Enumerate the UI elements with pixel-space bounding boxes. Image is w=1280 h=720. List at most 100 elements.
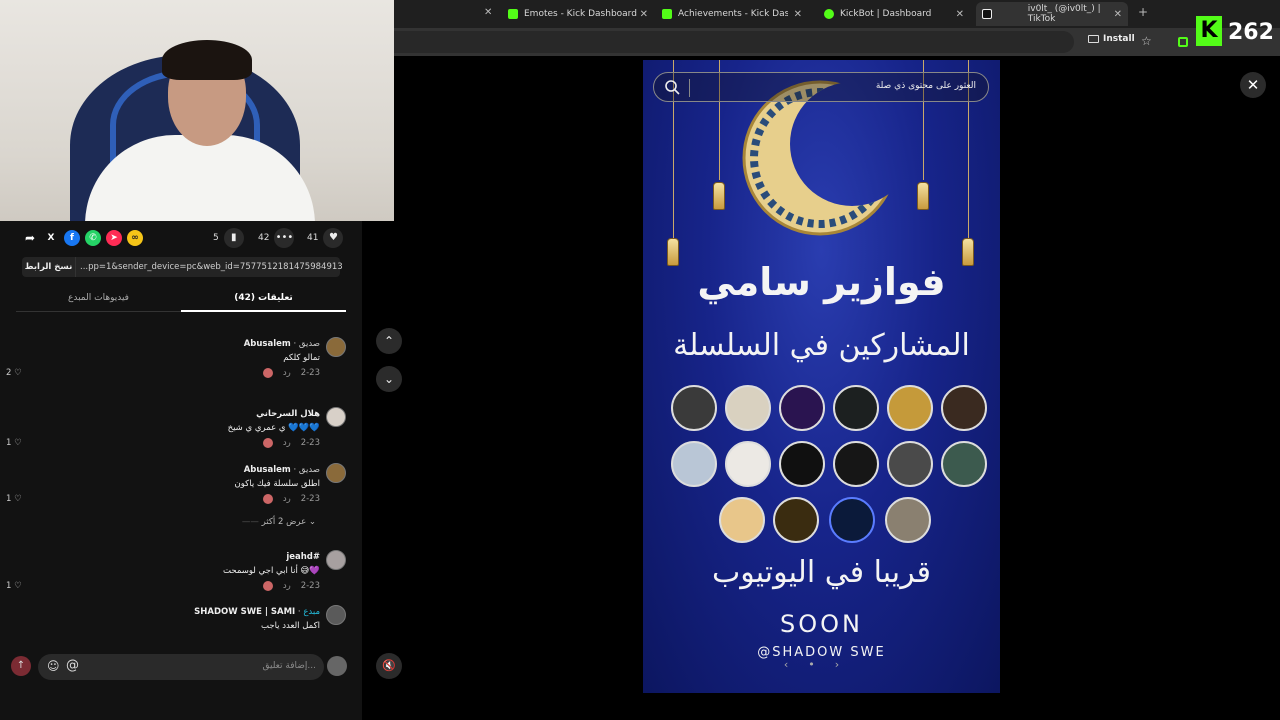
creator-like-avatar <box>262 581 273 591</box>
reply-button[interactable]: رد <box>283 368 291 378</box>
comment-author[interactable]: Abusalem · صديق <box>244 339 320 349</box>
bookmark-star-icon[interactable]: ☆ <box>1141 34 1152 48</box>
tab-emotes[interactable]: Emotes - Kick Dashboard ✕ <box>508 2 648 26</box>
new-tab-button[interactable]: + <box>1138 5 1148 19</box>
install-button[interactable]: Install <box>1088 34 1135 44</box>
avatar[interactable] <box>326 337 346 357</box>
tab-label: Achievements - Kick Dashboard <box>678 9 788 19</box>
close-tab-icon[interactable]: ✕ <box>794 9 802 20</box>
comment-text: اكمل العدد ياجب <box>260 621 320 631</box>
comment-like[interactable]: 1 ♡ <box>6 494 22 504</box>
comment-date: 2-23 <box>300 368 320 378</box>
screen: ✕ Emotes - Kick Dashboard ✕ Achievements… <box>0 0 1280 720</box>
avatar[interactable] <box>326 407 346 427</box>
avatar[interactable] <box>326 605 346 625</box>
share-link-text[interactable]: ...pp=1&sender_device=pc&web_id=75775121… <box>80 257 343 277</box>
view-more-replies[interactable]: —— عرض 2 أكثر ⌄ <box>242 517 316 527</box>
participant-avatar <box>941 441 987 487</box>
crescent-moon <box>742 80 898 236</box>
reply-button[interactable]: رد <box>283 494 291 504</box>
close-icon[interactable]: ✕ <box>1240 72 1266 98</box>
tab-achievements[interactable]: Achievements - Kick Dashboard ✕ <box>662 2 802 26</box>
reply-button[interactable]: رد <box>283 581 291 591</box>
participant-avatar <box>671 385 717 431</box>
previous-video-button[interactable]: ⌃ <box>376 328 402 354</box>
kick-logo: K <box>1196 16 1222 46</box>
bookmark-icon[interactable]: ▮ <box>223 228 244 248</box>
comment-list: Abusalem · صديق تمالو كلكم رد 2-23 2 ♡ ه… <box>0 329 362 644</box>
close-tab-icon[interactable]: ✕ <box>956 9 964 20</box>
next-video-button[interactable]: ⌄ <box>376 366 402 392</box>
participant-avatar <box>887 385 933 431</box>
tab-creator-videos[interactable]: فيديوهات المبدع <box>16 293 181 303</box>
likes-stat[interactable]: 41 ♥ <box>307 228 344 248</box>
person-hair <box>162 40 252 80</box>
comments-stat[interactable]: 42 ••• <box>258 228 295 248</box>
reply-button[interactable]: رد <box>283 438 291 448</box>
facebook-icon[interactable]: f <box>64 230 80 246</box>
close-tab-icon[interactable]: ✕ <box>1114 9 1122 20</box>
x-icon[interactable]: X <box>43 230 59 246</box>
participant-avatar <box>941 385 987 431</box>
comment-like[interactable]: 1 ♡ <box>6 581 22 591</box>
video-title: فوازير سامي <box>697 260 946 304</box>
video-subtitle: المشاركين في السلسلة <box>673 328 970 363</box>
action-row: ➦ X f ✆ ➤ ∞ 5 ▮ 42 ••• 41 ♥ <box>0 226 362 252</box>
browser-toolbar: Install ☆ <box>394 28 1280 56</box>
comment-author[interactable]: SHADOW SWE | SAMI · مبدع <box>194 607 320 617</box>
heart-outline-icon: ♡ <box>14 438 22 448</box>
whatsapp-icon[interactable]: ✆ <box>85 230 101 246</box>
comment-author[interactable]: هلال السرحاني <box>256 409 320 419</box>
likes-count: 41 <box>307 233 319 243</box>
participant-avatar <box>833 441 879 487</box>
related-search-bar[interactable]: العثور على محتوى ذي صلة <box>653 72 989 102</box>
link-icon[interactable]: ∞ <box>127 230 143 246</box>
creator-badge: مبدع <box>303 607 320 617</box>
tab-label: Emotes - Kick Dashboard <box>524 9 637 19</box>
participant-avatar <box>671 441 717 487</box>
share-icon[interactable]: ➦ <box>22 230 38 246</box>
comment-author[interactable]: jeahd# <box>286 552 320 562</box>
heart-outline-icon: ♡ <box>14 581 22 591</box>
send-arrow-icon[interactable]: ↑ <box>11 656 31 676</box>
participant-avatar <box>725 441 771 487</box>
comment-text: اطلق سلسلة فيك ياكون <box>234 479 320 489</box>
copy-link-button[interactable]: نسخ الرابط <box>22 257 76 277</box>
mute-icon[interactable]: 🔇 <box>376 653 402 679</box>
avatar[interactable] <box>327 656 347 676</box>
avatar[interactable] <box>326 550 346 570</box>
avatar[interactable] <box>326 463 346 483</box>
telegram-icon[interactable]: ➤ <box>106 230 122 246</box>
participant-avatar <box>829 497 875 543</box>
address-field[interactable] <box>394 31 1074 53</box>
comment-input[interactable]: ☺ @ إضافة تعليق... <box>38 654 324 680</box>
webcam-overlay <box>0 0 394 221</box>
search-icon[interactable] <box>664 79 680 95</box>
creator-like-avatar <box>262 438 273 448</box>
carousel-indicator[interactable]: ‹•› <box>643 658 1000 671</box>
comment-meta: رد 2-23 <box>262 581 320 591</box>
more-replies-label: عرض 2 أكثر <box>261 517 307 527</box>
emoji-icon[interactable]: ☺ <box>47 659 60 673</box>
tab-kickbot[interactable]: KickBot | Dashboard ✕ <box>824 2 964 26</box>
comment-like[interactable]: 2 ♡ <box>6 368 22 378</box>
close-tab-icon[interactable]: ✕ <box>640 9 648 20</box>
tab-comments[interactable]: تعليقات (42) <box>181 293 346 303</box>
tab-tiktok[interactable]: iv0lt_ (@iv0lt_) | TikTok ✕ <box>976 2 1128 26</box>
saves-stat[interactable]: 5 ▮ <box>213 228 244 248</box>
comment-like[interactable]: 1 ♡ <box>6 438 22 448</box>
comment-author[interactable]: Abusalem · صديق <box>244 465 320 475</box>
extension-icon[interactable] <box>1178 37 1188 47</box>
lantern <box>917 182 929 210</box>
comments-count: 42 <box>258 233 270 243</box>
kick-favicon-icon <box>662 9 672 19</box>
participant-avatar <box>773 497 819 543</box>
heart-icon[interactable]: ♥ <box>323 228 344 248</box>
video-player[interactable]: العثور على محتوى ذي صلة فوازير سامي المش… <box>643 60 1000 693</box>
close-tab-icon[interactable]: ✕ <box>484 7 492 18</box>
comment-username: SHADOW SWE | SAMI <box>194 607 296 617</box>
comment-icon[interactable]: ••• <box>274 228 295 248</box>
like-count: 1 <box>6 494 12 504</box>
mention-icon[interactable]: @ <box>66 658 79 673</box>
comment-tabs: فيديوهات المبدع تعليقات (42) <box>16 287 346 312</box>
